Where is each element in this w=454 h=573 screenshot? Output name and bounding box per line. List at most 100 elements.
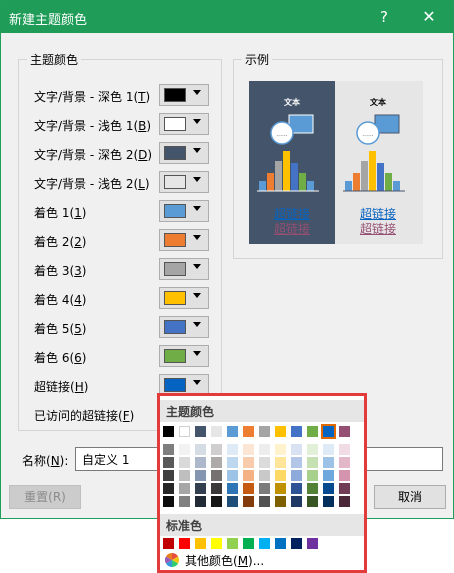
shade-color-cell[interactable] (227, 483, 238, 494)
standard-color-cell[interactable] (195, 538, 206, 549)
shade-color-cell[interactable] (163, 457, 174, 468)
shade-color-cell[interactable] (163, 470, 174, 481)
shade-color-cell[interactable] (275, 444, 286, 455)
standard-color-cell[interactable] (227, 538, 238, 549)
shade-color-cell[interactable] (323, 444, 334, 455)
shade-color-cell[interactable] (275, 483, 286, 494)
theme-color-cell[interactable] (227, 426, 238, 437)
shade-color-cell[interactable] (275, 470, 286, 481)
color-dropdown-button[interactable] (159, 316, 209, 338)
shade-color-cell[interactable] (227, 496, 238, 507)
shade-color-cell[interactable] (243, 483, 254, 494)
theme-color-cell[interactable] (307, 426, 318, 437)
color-dropdown-button[interactable] (159, 142, 209, 164)
shade-color-cell[interactable] (291, 457, 302, 468)
shade-color-cell[interactable] (195, 444, 206, 455)
shade-color-cell[interactable] (291, 483, 302, 494)
shade-color-cell[interactable] (339, 470, 350, 481)
shade-color-cell[interactable] (307, 483, 318, 494)
theme-color-cell[interactable] (163, 426, 174, 437)
shade-color-cell[interactable] (307, 444, 318, 455)
shade-color-cell[interactable] (307, 470, 318, 481)
theme-color-cell[interactable] (321, 424, 336, 439)
shade-color-cell[interactable] (243, 457, 254, 468)
theme-color-cell[interactable] (339, 426, 350, 437)
shade-color-cell[interactable] (179, 457, 190, 468)
theme-color-cell[interactable] (259, 426, 270, 437)
shade-color-cell[interactable] (179, 483, 190, 494)
theme-color-cell[interactable] (179, 426, 190, 437)
color-swatch (164, 175, 186, 189)
color-dropdown-button[interactable] (159, 345, 209, 367)
more-colors-item[interactable]: 其他颜色(M)... (163, 551, 361, 569)
standard-color-cell[interactable] (243, 538, 254, 549)
standard-color-cell[interactable] (179, 538, 190, 549)
standard-color-cell[interactable] (211, 538, 222, 549)
shade-color-cell[interactable] (259, 457, 270, 468)
shade-color-cell[interactable] (323, 496, 334, 507)
shade-color-cell[interactable] (339, 483, 350, 494)
shade-color-cell[interactable] (243, 444, 254, 455)
shade-color-cell[interactable] (163, 444, 174, 455)
shade-color-cell[interactable] (195, 496, 206, 507)
shade-color-cell[interactable] (307, 457, 318, 468)
theme-color-cell[interactable] (211, 426, 222, 437)
shade-color-cell[interactable] (323, 457, 334, 468)
shade-color-cell[interactable] (339, 496, 350, 507)
standard-color-cell[interactable] (307, 538, 318, 549)
shade-color-cell[interactable] (339, 457, 350, 468)
cancel-button[interactable]: 取消 (374, 485, 446, 509)
shade-color-cell[interactable] (275, 457, 286, 468)
color-dropdown-button[interactable] (159, 200, 209, 222)
standard-color-cell[interactable] (259, 538, 270, 549)
close-button[interactable]: ✕ (417, 6, 441, 28)
standard-color-cell[interactable] (275, 538, 286, 549)
shade-color-cell[interactable] (211, 457, 222, 468)
theme-color-cell[interactable] (243, 426, 254, 437)
shade-color-cell[interactable] (259, 470, 270, 481)
color-dropdown-button[interactable] (159, 113, 209, 135)
reset-button[interactable]: 重置(R) (9, 485, 81, 509)
shade-color-cell[interactable] (339, 444, 350, 455)
color-dropdown-button[interactable] (159, 171, 209, 193)
shade-color-cell[interactable] (291, 444, 302, 455)
shade-color-cell[interactable] (323, 483, 334, 494)
shade-color-cell[interactable] (195, 470, 206, 481)
shade-color-cell[interactable] (163, 496, 174, 507)
shade-color-cell[interactable] (195, 457, 206, 468)
color-dropdown-button[interactable] (159, 84, 209, 106)
shade-color-cell[interactable] (211, 444, 222, 455)
shade-color-cell[interactable] (211, 496, 222, 507)
shade-color-cell[interactable] (195, 483, 206, 494)
help-button[interactable]: ? (373, 6, 395, 28)
shade-color-cell[interactable] (179, 496, 190, 507)
preview-visited-light: 超链接 (359, 222, 396, 236)
theme-color-cell[interactable] (291, 426, 302, 437)
shade-color-cell[interactable] (307, 496, 318, 507)
shade-color-cell[interactable] (259, 444, 270, 455)
shade-color-cell[interactable] (211, 483, 222, 494)
dialog-title: 新建主题颜色 (9, 13, 88, 28)
shade-color-cell[interactable] (163, 483, 174, 494)
theme-color-cell[interactable] (275, 426, 286, 437)
shade-color-cell[interactable] (227, 444, 238, 455)
shade-color-cell[interactable] (259, 483, 270, 494)
shade-color-cell[interactable] (291, 470, 302, 481)
shade-color-cell[interactable] (243, 496, 254, 507)
shade-color-cell[interactable] (211, 470, 222, 481)
shade-color-cell[interactable] (227, 457, 238, 468)
shade-color-cell[interactable] (179, 444, 190, 455)
theme-color-cell[interactable] (195, 426, 206, 437)
shade-color-cell[interactable] (323, 470, 334, 481)
standard-color-cell[interactable] (291, 538, 302, 549)
shade-color-cell[interactable] (227, 470, 238, 481)
shade-color-cell[interactable] (259, 496, 270, 507)
standard-color-cell[interactable] (163, 538, 174, 549)
shade-color-cell[interactable] (243, 470, 254, 481)
color-dropdown-button[interactable] (159, 229, 209, 251)
color-dropdown-button[interactable] (159, 258, 209, 280)
color-dropdown-button[interactable] (159, 287, 209, 309)
shade-color-cell[interactable] (275, 496, 286, 507)
shade-color-cell[interactable] (291, 496, 302, 507)
shade-color-cell[interactable] (179, 470, 190, 481)
